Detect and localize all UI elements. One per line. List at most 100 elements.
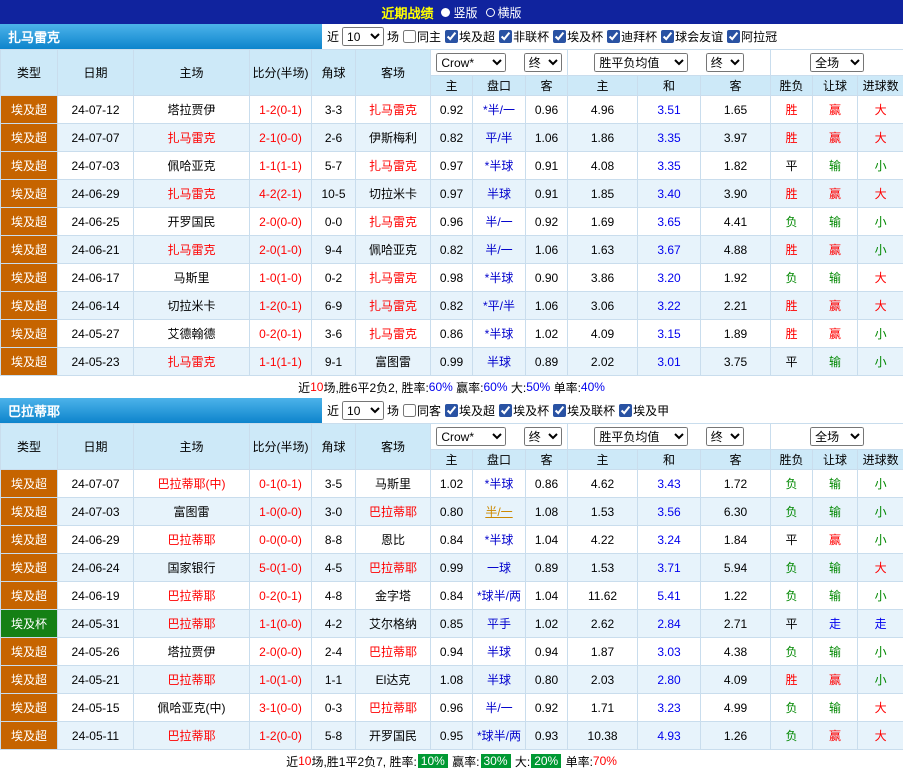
match-row: 埃及超24-06-17马斯里1-0(1-0)0-2扎马雷克0.98*半球0.90…	[1, 264, 903, 292]
result-outcome: 平	[771, 348, 813, 376]
league-filter-3-checkbox[interactable]	[607, 30, 620, 43]
result-handicap: 输	[813, 694, 858, 722]
home-team: 巴拉蒂耶	[134, 666, 250, 694]
result-goals: 小	[858, 582, 903, 610]
matches-table: 类型 日期 主场 比分(半场) 角球 客场 Crow* 终 胜平负均值 终 全场	[0, 423, 903, 750]
asian-away-odds: 0.91	[526, 180, 568, 208]
team-section: 扎马雷克 近10场同主埃及超非联杯埃及杯迪拜杯球会友谊阿拉冠 类型 日期 主场 …	[0, 24, 903, 398]
asian-away-odds: 0.80	[526, 666, 568, 694]
match-date: 24-07-12	[58, 96, 134, 124]
euro-home-odds: 1.86	[568, 124, 638, 152]
league-filter-0[interactable]: 埃及超	[443, 402, 495, 419]
league-filter-1-checkbox[interactable]	[499, 30, 512, 43]
match-date: 24-07-07	[58, 470, 134, 498]
match-filters: 近10场同客埃及超埃及杯埃及联杯埃及甲	[322, 398, 903, 423]
scope-select[interactable]: 全场	[810, 427, 864, 446]
same-side-filter[interactable]: 同客	[401, 402, 441, 419]
recent-count-select[interactable]: 10	[342, 27, 384, 46]
col-result-outcome: 胜负	[771, 450, 813, 470]
euro-draw-odds: 3.15	[638, 320, 701, 348]
odds-stage-select[interactable]: 终	[524, 53, 562, 72]
radio-selected-icon	[441, 8, 450, 17]
match-date: 24-06-24	[58, 554, 134, 582]
league-filter-2-checkbox[interactable]	[553, 30, 566, 43]
away-team: 扎马雷克	[356, 152, 431, 180]
league-filter-3-checkbox[interactable]	[619, 404, 632, 417]
league-filter-0-checkbox[interactable]	[445, 404, 458, 417]
asian-home-odds: 0.82	[431, 236, 473, 264]
away-team: 扎马雷克	[356, 96, 431, 124]
result-goals: 小	[858, 236, 903, 264]
same-side-filter[interactable]: 同主	[401, 28, 441, 45]
same-side-filter-checkbox[interactable]	[403, 30, 416, 43]
summary-segment: 60%	[484, 380, 508, 394]
col-corner: 角球	[312, 50, 356, 96]
league-filter-0[interactable]: 埃及超	[443, 28, 495, 45]
handicap: 半/一	[473, 694, 526, 722]
euro-home-odds: 10.38	[568, 722, 638, 750]
league-filter-2[interactable]: 埃及联杯	[551, 402, 615, 419]
league-filter-5[interactable]: 阿拉冠	[725, 28, 777, 45]
score: 5-0(1-0)	[250, 554, 312, 582]
corners: 4-8	[312, 582, 356, 610]
summary-segment: 50%	[526, 380, 550, 394]
league-filter-2-checkbox[interactable]	[553, 404, 566, 417]
corners: 8-8	[312, 526, 356, 554]
score: 1-2(0-0)	[250, 722, 312, 750]
europe-odds-select[interactable]: 胜平负均值	[594, 427, 688, 446]
league-filter-4[interactable]: 球会友谊	[659, 28, 723, 45]
scope-select[interactable]: 全场	[810, 53, 864, 72]
score: 2-1(0-0)	[250, 124, 312, 152]
corners: 3-6	[312, 320, 356, 348]
league-filter-3[interactable]: 埃及甲	[617, 402, 669, 419]
league-badge: 埃及超	[1, 292, 58, 320]
league-filter-0-checkbox[interactable]	[445, 30, 458, 43]
summary-segment: 场,胜6平2负2, 胜率:	[323, 379, 428, 396]
asian-home-odds: 0.92	[431, 96, 473, 124]
euro-away-odds: 4.88	[701, 236, 771, 264]
euro-away-odds: 4.09	[701, 666, 771, 694]
match-row: 埃及超24-07-03佩哈亚克1-1(1-1)5-7扎马雷克0.97*半球0.9…	[1, 152, 903, 180]
radio-horizontal[interactable]: 横版	[486, 4, 522, 21]
recent-count-select[interactable]: 10	[342, 401, 384, 420]
euro-home-odds: 1.53	[568, 498, 638, 526]
match-filters: 近10场同主埃及超非联杯埃及杯迪拜杯球会友谊阿拉冠	[322, 24, 903, 49]
match-date: 24-06-25	[58, 208, 134, 236]
corners: 0-0	[312, 208, 356, 236]
europe-stage-select[interactable]: 终	[706, 427, 744, 446]
league-filter-1-checkbox[interactable]	[499, 404, 512, 417]
score: 1-2(0-1)	[250, 292, 312, 320]
europe-odds-select[interactable]: 胜平负均值	[594, 53, 688, 72]
col-handicap: 盘口	[473, 450, 526, 470]
col-result-goals: 进球数	[858, 450, 903, 470]
result-handicap: 赢	[813, 96, 858, 124]
summary-line: 近10场,胜6平2负2, 胜率:60% 赢率:60% 大:50% 单率:40%	[0, 376, 903, 398]
league-filter-5-checkbox[interactable]	[727, 30, 740, 43]
euro-draw-odds: 3.23	[638, 694, 701, 722]
radio-vertical[interactable]: 竖版	[441, 4, 477, 21]
corners: 5-8	[312, 722, 356, 750]
euro-away-odds: 2.21	[701, 292, 771, 320]
asian-home-odds: 0.80	[431, 498, 473, 526]
league-filter-4-checkbox[interactable]	[661, 30, 674, 43]
league-badge: 埃及超	[1, 666, 58, 694]
score: 4-2(2-1)	[250, 180, 312, 208]
europe-stage-select[interactable]: 终	[706, 53, 744, 72]
league-filter-1[interactable]: 埃及杯	[497, 402, 549, 419]
euro-away-odds: 4.99	[701, 694, 771, 722]
recent-label: 近	[327, 28, 339, 45]
asian-home-odds: 0.86	[431, 320, 473, 348]
league-filter-1[interactable]: 非联杯	[497, 28, 549, 45]
odds-stage-select[interactable]: 终	[524, 427, 562, 446]
summary-segment: 10	[298, 754, 311, 768]
result-outcome: 平	[771, 610, 813, 638]
league-filter-3[interactable]: 迪拜杯	[605, 28, 657, 45]
odds-company-select[interactable]: Crow*	[436, 53, 506, 72]
euro-away-odds: 1.65	[701, 96, 771, 124]
section-header: 扎马雷克 近10场同主埃及超非联杯埃及杯迪拜杯球会友谊阿拉冠	[0, 24, 903, 49]
result-handicap: 赢	[813, 320, 858, 348]
euro-away-odds: 6.30	[701, 498, 771, 526]
odds-company-select[interactable]: Crow*	[436, 427, 506, 446]
league-filter-2[interactable]: 埃及杯	[551, 28, 603, 45]
same-side-filter-checkbox[interactable]	[403, 404, 416, 417]
